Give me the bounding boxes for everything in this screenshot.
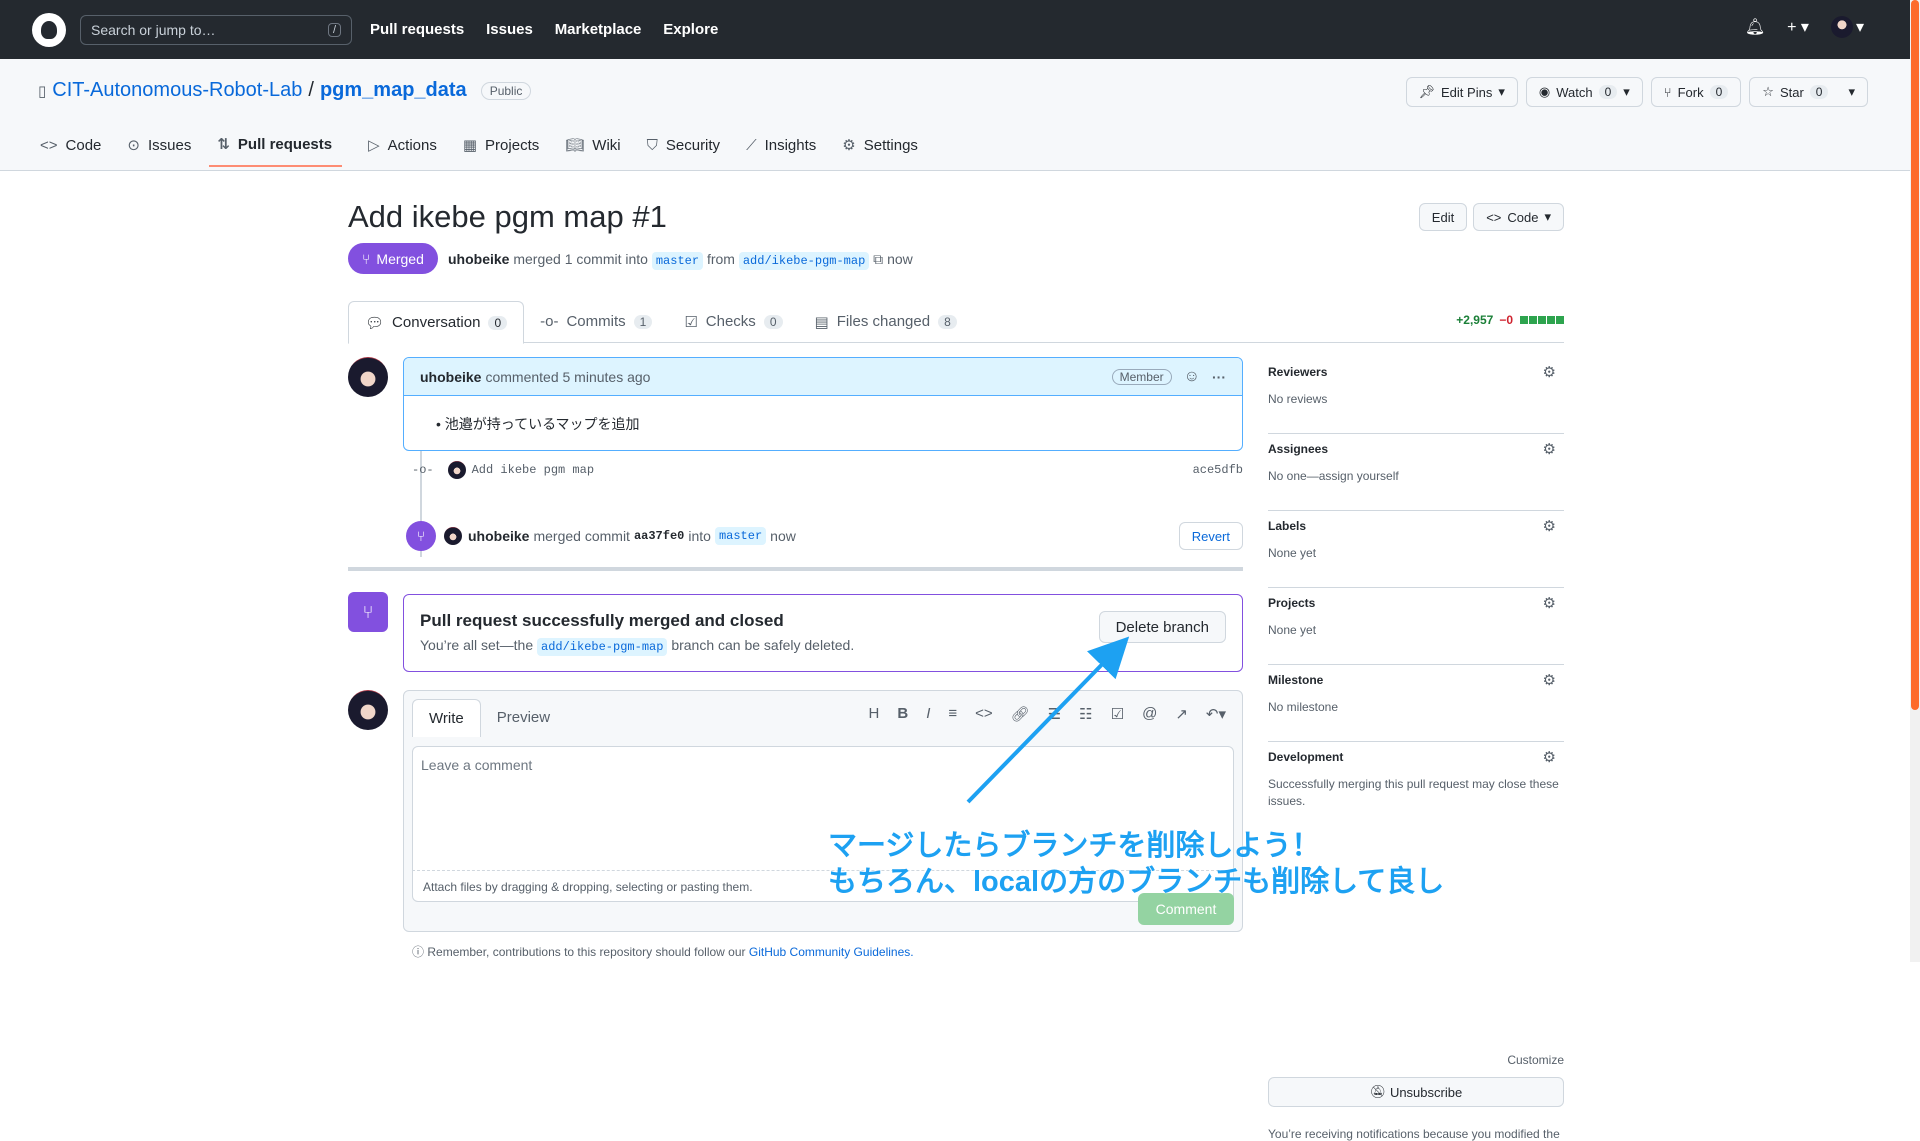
annotation-arrow: [966, 636, 1130, 804]
unsubscribe-button[interactable]: 🔕︎ Unsubscribe: [1268, 1077, 1564, 1107]
scrollbar[interactable]: [1910, 0, 1920, 962]
annotation-text: マージしたらブランチを削除しよう！ もちろん、localの方のブランチも削除して…: [828, 828, 1444, 900]
notification-reason: You’re receiving notifications because y…: [1268, 1127, 1560, 1141]
unsubscribe-label: Unsubscribe: [1389, 1084, 1463, 1100]
annotation-line-1: マージしたらブランチを削除しよう！: [828, 830, 1321, 862]
customize-link[interactable]: Customize: [1507, 1053, 1564, 1067]
annotation-line-2: もちろん、localの方のブランチも削除して良し: [828, 866, 1445, 898]
scrollbar-thumb[interactable]: [1911, 0, 1919, 710]
bell-slash-icon: 🔕︎: [1369, 1084, 1387, 1099]
